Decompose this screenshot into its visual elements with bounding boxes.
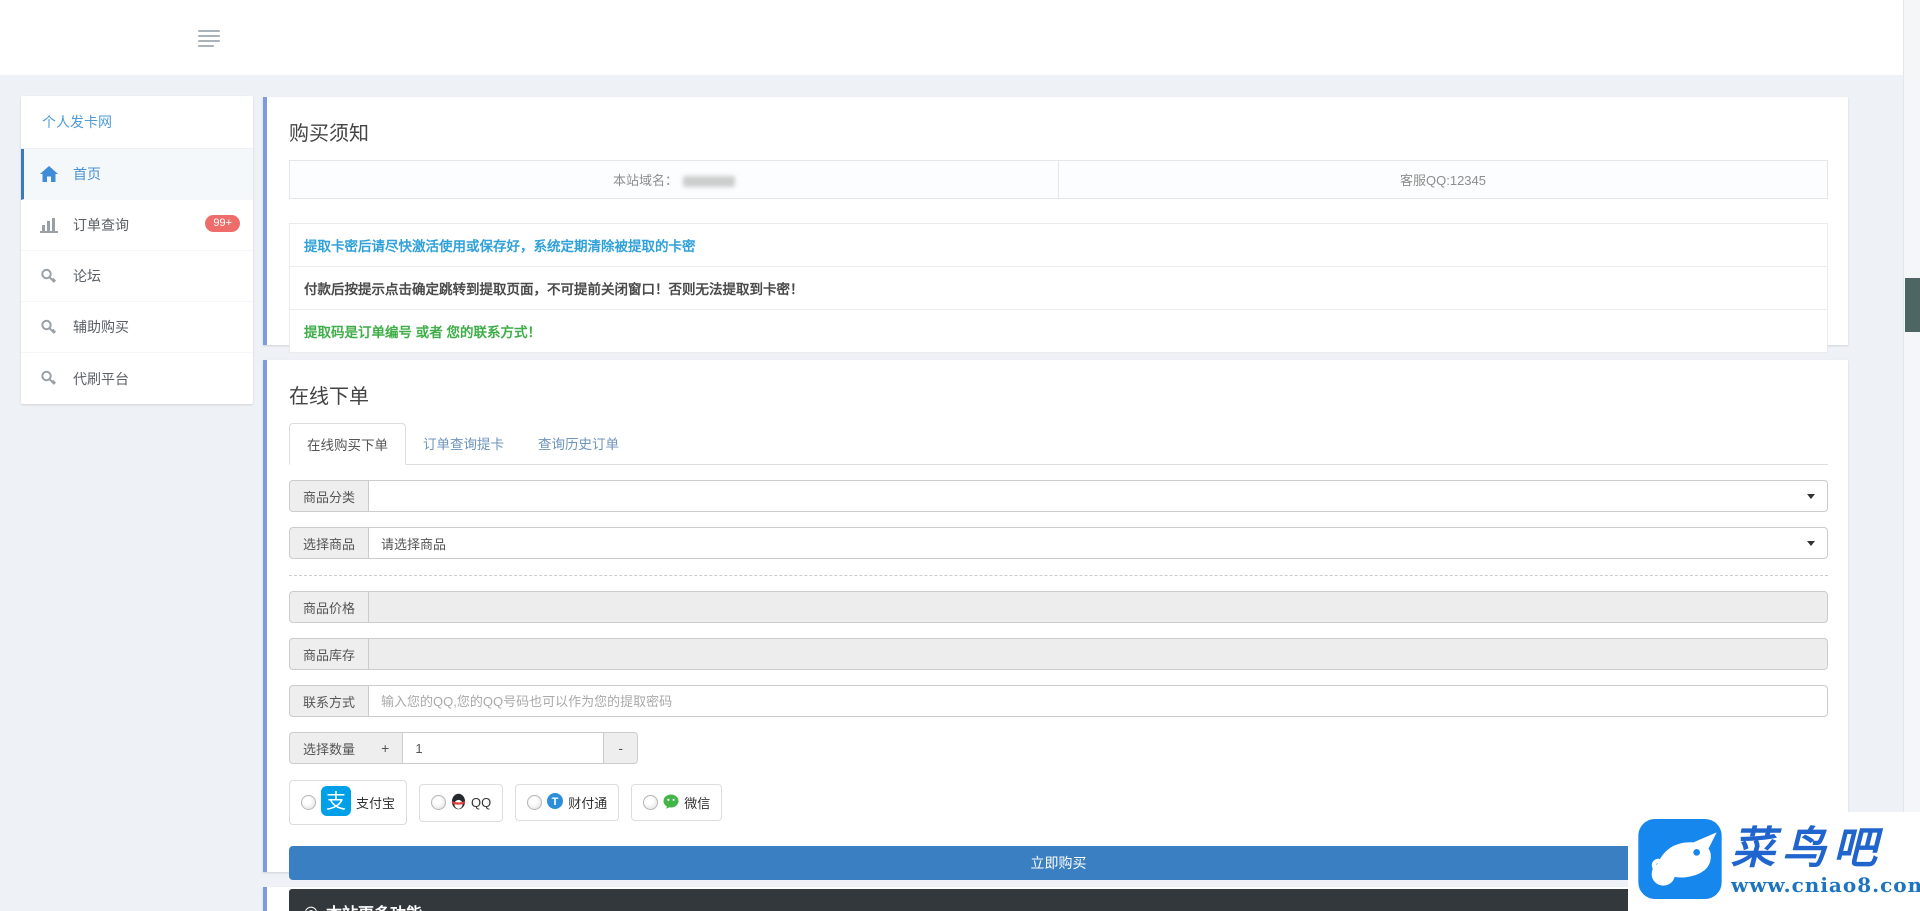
payment-option-qq[interactable]: QQ xyxy=(419,783,504,822)
home-icon xyxy=(40,165,62,183)
tab-history-orders[interactable]: 查询历史订单 xyxy=(521,423,636,465)
order-form: 商品分类 选择商品 请选择商品 商品价格 商品库存 联系方式 输入您的QQ,您的… xyxy=(289,480,1828,880)
sidebar-item-home[interactable]: 首页 xyxy=(21,149,253,200)
contact-input[interactable] xyxy=(368,685,1828,717)
panel-title: 购买须知 xyxy=(289,123,369,145)
radio-icon[interactable] xyxy=(643,795,659,810)
svg-text:T: T xyxy=(552,796,559,808)
category-select[interactable] xyxy=(368,480,1828,512)
payment-label: QQ xyxy=(471,795,492,810)
qq-icon xyxy=(451,793,466,813)
circle-dot-icon: ◎ xyxy=(304,902,318,911)
sidebar-item-label: 论坛 xyxy=(73,268,101,284)
vertical-scrollbar[interactable] xyxy=(1903,0,1920,911)
main-content: 购买须知 本站域名： 客服QQ:12345 提取卡密后请尽快激活使用或保存好，系… xyxy=(263,97,1848,911)
service-qq-cell: 客服QQ:12345 xyxy=(1058,161,1827,198)
bar-chart-icon xyxy=(40,216,62,234)
tab-online-buy[interactable]: 在线购买下单 xyxy=(289,423,406,465)
scrollbar-thumb[interactable] xyxy=(1905,278,1920,332)
watermark-texts: 菜鸟吧 www.cniao8.com xyxy=(1731,822,1920,898)
key-icon xyxy=(40,318,62,336)
quantity-row: 选择数量 + - xyxy=(289,732,638,764)
quantity-label: 选择数量 xyxy=(289,732,369,764)
more-functions-header: ◎ 本站更多功能 xyxy=(289,889,1828,911)
sidebar-item-assist-buy[interactable]: 辅助购买 xyxy=(21,302,253,353)
key-icon xyxy=(40,267,62,285)
sidebar: 个人发卡网 首页 订单查询 99+ 论坛 辅助购买 代刷平台 xyxy=(21,96,253,404)
more-functions-title: 本站更多功能 xyxy=(326,900,422,911)
price-row: 商品价格 xyxy=(289,591,1828,623)
stock-field xyxy=(368,638,1828,670)
quantity-plus-button[interactable]: + xyxy=(368,732,403,764)
redacted-domain xyxy=(683,176,735,188)
payment-label: 财付通 xyxy=(568,796,608,811)
tab-order-extract[interactable]: 订单查询提卡 xyxy=(406,423,521,465)
notice-list: 提取卡密后请尽快激活使用或保存好，系统定期清除被提取的卡密 付款后按提示点击确定… xyxy=(289,223,1828,353)
category-label: 商品分类 xyxy=(289,480,369,512)
watermark-url: www.cniao8.com xyxy=(1731,873,1920,898)
buy-now-button[interactable]: 立即购买 xyxy=(289,846,1828,880)
contact-row: 联系方式 xyxy=(289,685,1828,717)
notice-row: 付款后按提示点击确定跳转到提取页面，不可提前关闭窗口！否则无法提取到卡密！ xyxy=(290,266,1827,309)
key-icon xyxy=(40,370,62,388)
sidebar-item-label: 订单查询 xyxy=(73,217,129,233)
cniao8-bird-logo-icon xyxy=(1638,819,1722,904)
notice-row: 提取码是订单编号 或者 您的联系方式！ xyxy=(290,309,1827,352)
product-select-value: 请选择商品 xyxy=(381,536,447,552)
radio-icon[interactable] xyxy=(527,795,543,810)
more-functions-panel: ◎ 本站更多功能 xyxy=(263,887,1848,911)
page: 个人发卡网 首页 订单查询 99+ 论坛 辅助购买 代刷平台 购买须知 本站域名… xyxy=(0,0,1920,911)
wechat-icon xyxy=(663,794,679,812)
product-select[interactable]: 请选择商品 xyxy=(368,527,1828,559)
payment-options: 支 支付宝 QQ T 财付通 微信 xyxy=(289,780,1828,825)
sidebar-item-label: 代刷平台 xyxy=(73,370,129,387)
site-brand: 个人发卡网 xyxy=(21,96,253,149)
sidebar-item-forum[interactable]: 论坛 xyxy=(21,251,253,302)
radio-icon[interactable] xyxy=(431,795,447,810)
chevron-down-icon xyxy=(1807,494,1815,499)
site-info-row: 本站域名： 客服QQ:12345 xyxy=(289,160,1828,199)
product-label: 选择商品 xyxy=(289,527,369,559)
price-field xyxy=(368,591,1828,623)
stock-label: 商品库存 xyxy=(289,638,369,670)
sidebar-item-order-query[interactable]: 订单查询 99+ xyxy=(21,200,253,251)
payment-option-alipay[interactable]: 支 支付宝 xyxy=(289,780,408,825)
payment-option-wechat[interactable]: 微信 xyxy=(631,784,723,821)
panel-title: 在线下单 xyxy=(289,386,369,408)
site-domain-cell: 本站域名： xyxy=(290,161,1058,198)
sidebar-item-label: 首页 xyxy=(73,166,101,182)
top-header xyxy=(0,0,1920,75)
site-domain-label: 本站域名： xyxy=(612,173,678,188)
order-count-badge: 99+ xyxy=(205,215,240,232)
alipay-icon: 支 xyxy=(321,786,351,819)
sidebar-item-label: 辅助购买 xyxy=(73,319,129,335)
watermark-name: 菜鸟吧 xyxy=(1731,822,1884,874)
payment-option-tenpay[interactable]: T 财付通 xyxy=(515,784,620,821)
chevron-down-icon xyxy=(1807,541,1815,546)
dashed-divider xyxy=(289,575,1828,576)
payment-label: 微信 xyxy=(684,796,711,811)
cniao8-watermark: 菜鸟吧 www.cniao8.com xyxy=(1628,812,1920,911)
sidebar-toggle-hamburger-icon[interactable] xyxy=(198,27,220,47)
tenpay-icon: T xyxy=(547,793,564,812)
price-label: 商品价格 xyxy=(289,591,369,623)
order-tabs: 在线购买下单 订单查询提卡 查询历史订单 xyxy=(289,423,1828,465)
category-row: 商品分类 xyxy=(289,480,1828,512)
quantity-input[interactable] xyxy=(402,732,604,764)
payment-label: 支付宝 xyxy=(356,796,396,811)
online-order-panel: 在线下单 在线购买下单 订单查询提卡 查询历史订单 商品分类 选择商品 请选择商… xyxy=(263,360,1848,880)
radio-icon[interactable] xyxy=(301,795,316,810)
notice-row: 提取卡密后请尽快激活使用或保存好，系统定期清除被提取的卡密 xyxy=(290,224,1827,266)
svg-text:支: 支 xyxy=(326,790,346,813)
product-row: 选择商品 请选择商品 xyxy=(289,527,1828,559)
contact-label: 联系方式 xyxy=(289,685,369,717)
quantity-minus-button[interactable]: - xyxy=(603,732,638,764)
stock-row: 商品库存 xyxy=(289,638,1828,670)
sidebar-item-proxy-platform[interactable]: 代刷平台 xyxy=(21,353,253,404)
purchase-notice-panel: 购买须知 本站域名： 客服QQ:12345 提取卡密后请尽快激活使用或保存好，系… xyxy=(263,97,1848,353)
